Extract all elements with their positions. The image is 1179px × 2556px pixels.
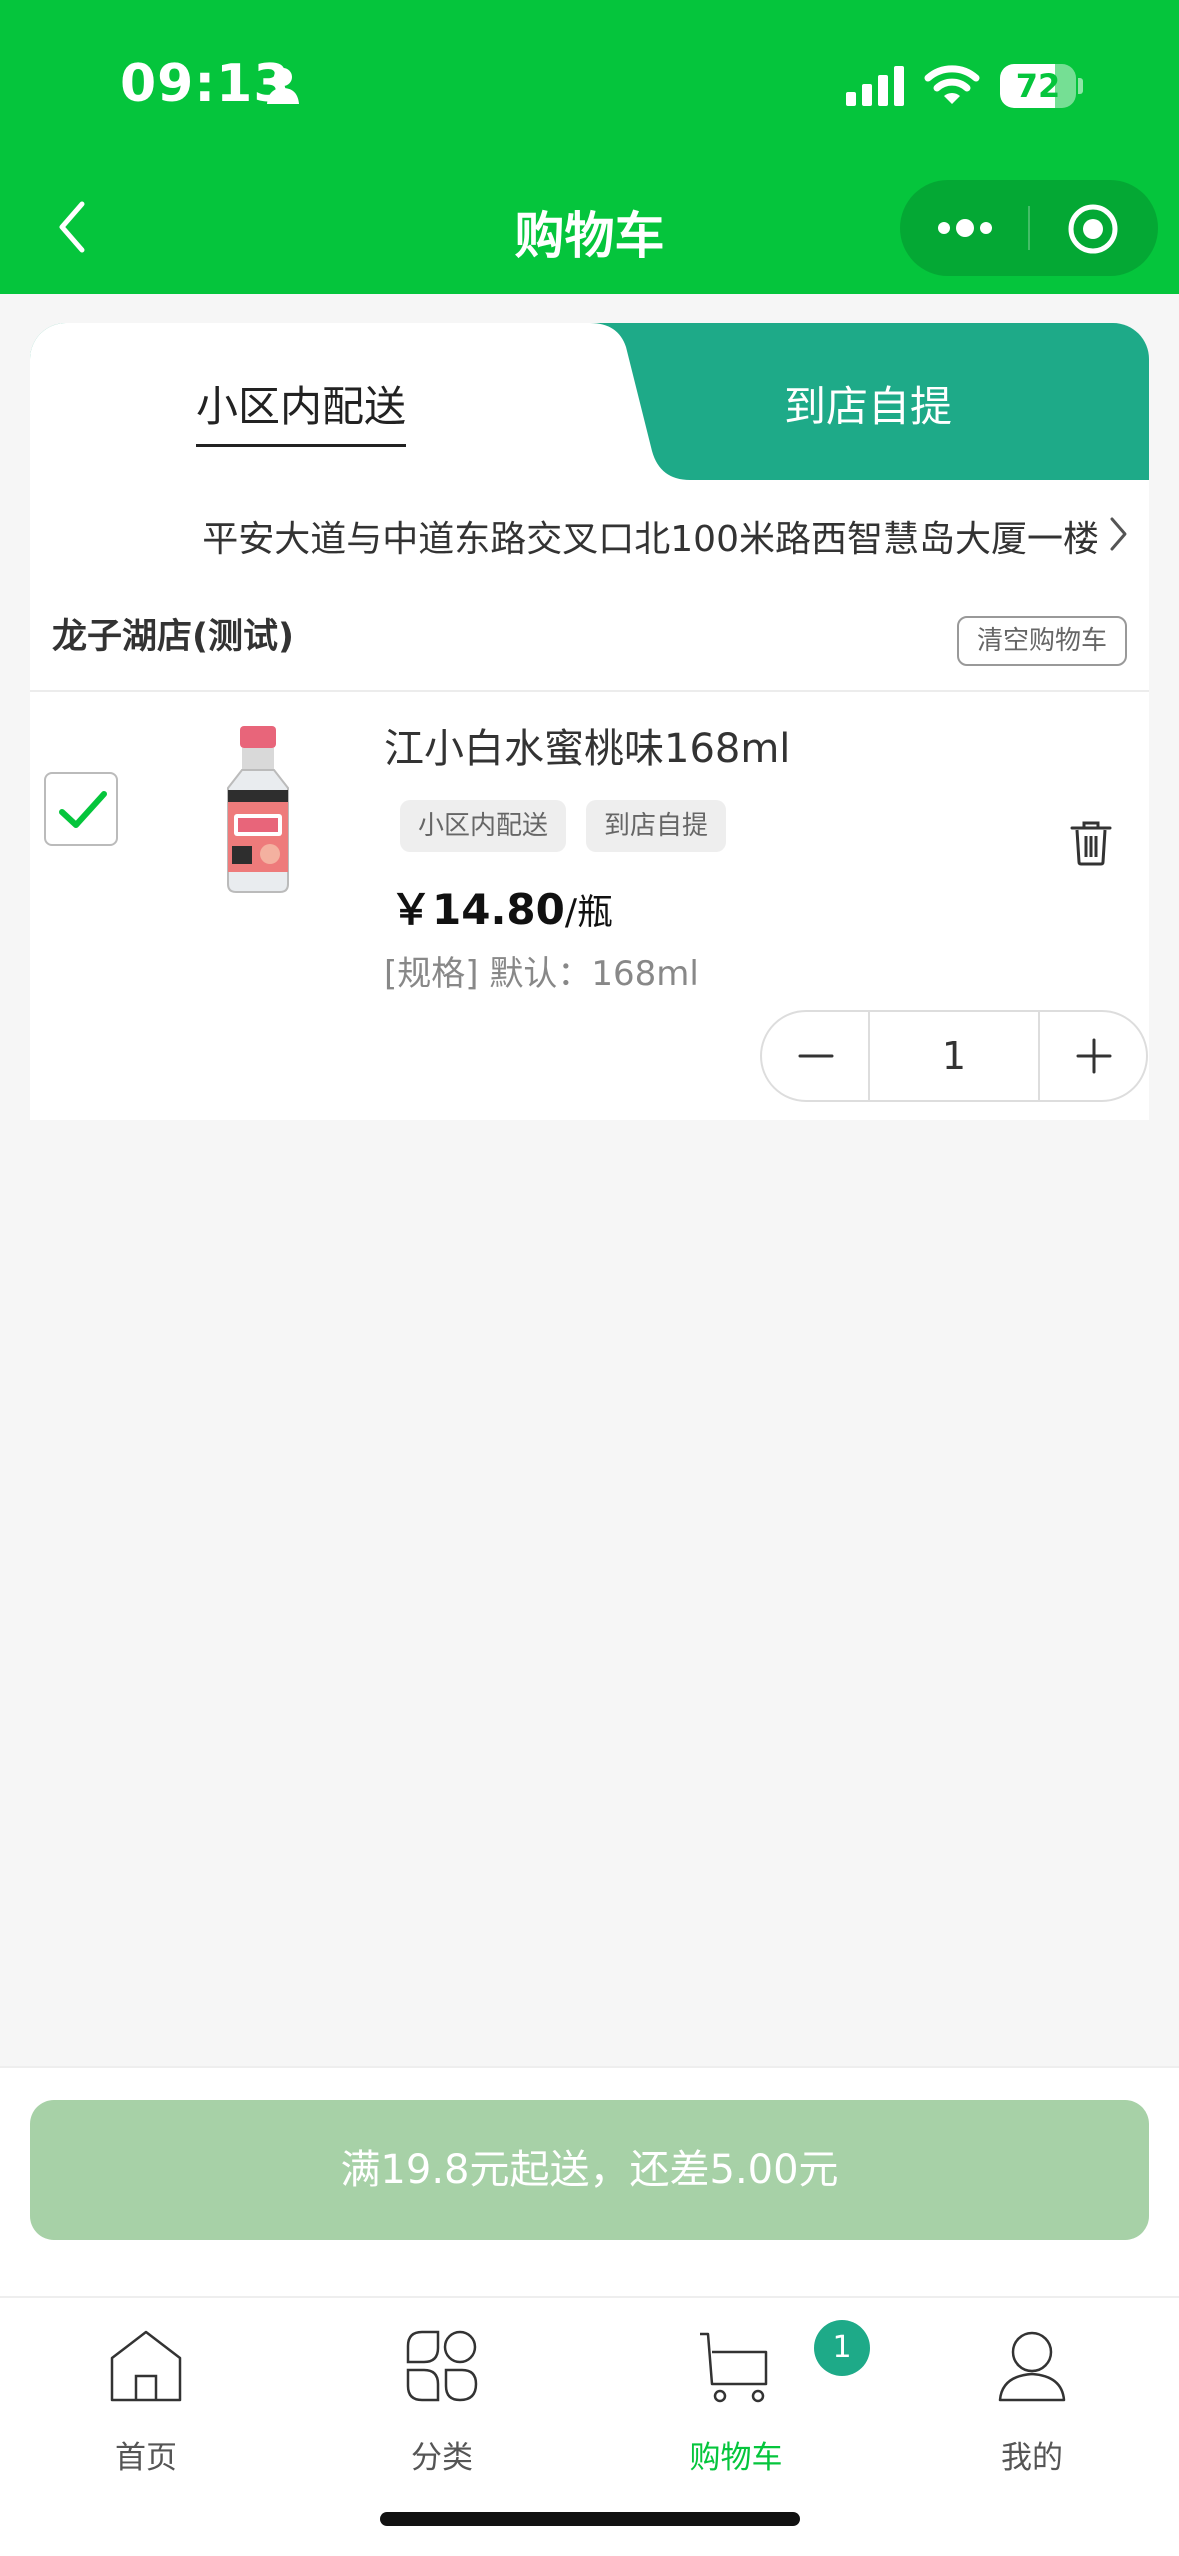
price-value: ￥14.80 (390, 885, 565, 934)
mini-program-capsule (900, 180, 1158, 276)
item-spec: [规格] 默认：168ml (384, 954, 699, 994)
wifi-icon (924, 65, 980, 104)
tabbar-item-mine[interactable]: 我的 (932, 2318, 1132, 2478)
tabbar-item-home[interactable]: 首页 (46, 2318, 246, 2478)
minus-icon (798, 1054, 834, 1058)
cart-badge: 1 (814, 2320, 870, 2376)
cart-icon (700, 2332, 768, 2403)
category-icon (406, 2330, 478, 2402)
user-icon (998, 2331, 1066, 2402)
price-unit: /瓶 (564, 892, 613, 933)
plus-icon (1076, 1038, 1112, 1074)
tab-delivery[interactable]: 小区内配送 (196, 373, 407, 447)
checkmark-icon (59, 791, 107, 828)
chevron-right-icon (1110, 517, 1127, 551)
address-text: 平安大道与中道东路交叉口北100米路西智慧岛大厦一楼 (202, 519, 1099, 560)
item-checkbox[interactable] (44, 772, 118, 846)
tag-delivery: 小区内配送 (400, 800, 567, 852)
battery-icon: 72 (1000, 64, 1076, 108)
tabbar-item-cart[interactable]: 购物车 (636, 2318, 836, 2478)
person-icon (267, 68, 299, 104)
tabbar-label: 分类 (411, 2440, 473, 2476)
quantity-value[interactable]: 1 (870, 1012, 1038, 1100)
home-icon (110, 2330, 182, 2402)
increase-button[interactable] (1038, 1012, 1146, 1100)
status-time: 09:13 (120, 54, 291, 114)
trash-icon[interactable] (1070, 820, 1112, 866)
delivery-tabs: 小区内配送 到店自提 (30, 323, 1149, 480)
tabbar-label: 购物车 (689, 2440, 783, 2476)
clear-cart-button[interactable]: 清空购物车 (957, 616, 1127, 666)
cart-item: 江小白水蜜桃味168ml 小区内配送 到店自提 ￥14.80/瓶 [规格] 默认… (30, 692, 1149, 1120)
tabbar-item-category[interactable]: 分类 (342, 2318, 542, 2478)
tabbar-label: 我的 (1001, 2440, 1063, 2476)
address-row[interactable]: 平安大道与中道东路交叉口北100米路西智慧岛大厦一楼 (30, 480, 1149, 590)
capsule-divider (1028, 206, 1030, 250)
signal-icon (846, 66, 904, 106)
bottle-icon[interactable] (210, 726, 306, 896)
more-icon[interactable] (934, 210, 996, 246)
product-name[interactable]: 江小白水蜜桃味168ml (384, 716, 790, 774)
home-indicator (380, 2512, 800, 2526)
battery-level: 72 (1015, 67, 1061, 105)
target-icon[interactable] (1066, 202, 1120, 256)
tab-pickup[interactable]: 到店自提 (784, 373, 952, 434)
checkout-area: 满19.8元起送，还差5.00元 (0, 2066, 1179, 2296)
item-price: ￥14.80/瓶 (390, 876, 613, 937)
checkout-button[interactable]: 满19.8元起送，还差5.00元 (30, 2100, 1149, 2240)
header: 09:13 72 购物车 (0, 0, 1179, 294)
battery-tip (1078, 78, 1083, 94)
store-row: 龙子湖店(测试) 清空购物车 (30, 590, 1149, 690)
quantity-stepper: 1 (760, 1010, 1148, 1102)
tabbar-label: 首页 (115, 2440, 177, 2476)
store-name: 龙子湖店(测试) (52, 617, 294, 657)
tag-pickup: 到店自提 (586, 800, 727, 852)
decrease-button[interactable] (762, 1012, 870, 1100)
